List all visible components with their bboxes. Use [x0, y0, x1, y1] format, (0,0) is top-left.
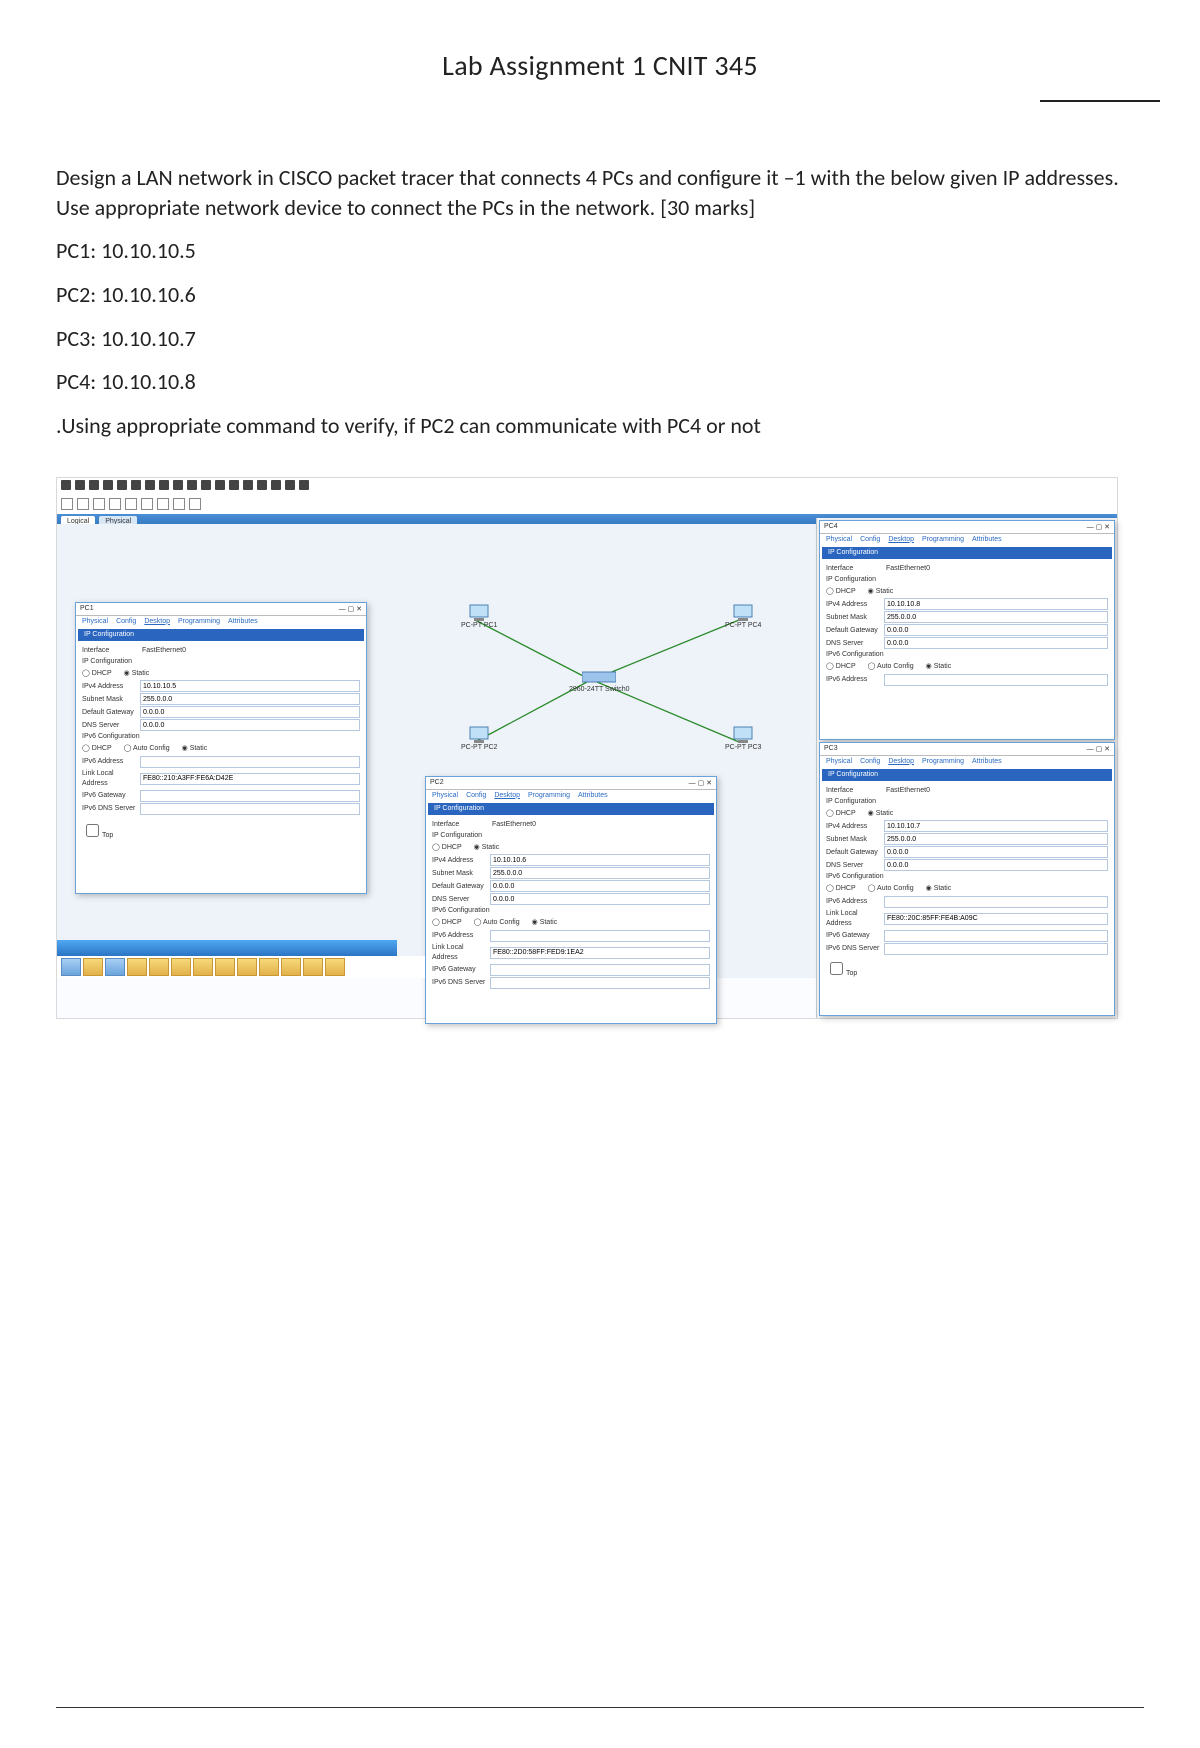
pc3-ip-mode[interactable]: DHCPStatic	[826, 809, 1108, 819]
pc1-subnet[interactable]	[140, 693, 360, 705]
status-bar	[57, 940, 397, 956]
pc4-ipv4[interactable]	[884, 598, 1108, 610]
pc4-subnet[interactable]	[884, 611, 1108, 623]
pc1-window-title: PC1	[80, 605, 94, 612]
packet-tracer-screenshot: Logical Physical 2960-24TT Switch0 PC-PT…	[56, 477, 1118, 1019]
pc2-ipconfig-header: IP Configuration	[428, 803, 714, 815]
pc3-tabs[interactable]: Physical Config Desktop Programming Attr…	[820, 756, 1114, 767]
pc2-ipv6-mode[interactable]: DHCPAuto ConfigStatic	[432, 918, 710, 928]
pc3-window[interactable]: PC3 — ▢ ✕ Physical Config Desktop Program…	[819, 742, 1115, 1016]
pc1-ipconfig-header: IP Configuration	[78, 629, 364, 641]
pc3-dns[interactable]	[884, 859, 1108, 871]
pc2-ip: PC2: 10.10.10.6	[56, 280, 1144, 310]
pc4-window[interactable]: PC4 — ▢ ✕ Physical Config Desktop Program…	[819, 520, 1115, 740]
verify-instruction: .Using appropriate command to verify, if…	[56, 411, 1144, 441]
pc1-ipv6-mode[interactable]: DHCPAuto ConfigStatic	[82, 744, 360, 754]
pc3-ipv6[interactable]	[884, 896, 1108, 908]
window-controls[interactable]: — ▢ ✕	[1087, 523, 1110, 531]
pc2-window[interactable]: PC2 — ▢ ✕ Physical Config Desktop Program…	[425, 776, 717, 1024]
pc1-top-cb[interactable]	[86, 824, 99, 837]
pc3-lla[interactable]	[884, 913, 1108, 925]
pc1-dns[interactable]	[140, 719, 360, 731]
pc2-node-label: PC-PT PC2	[461, 744, 497, 751]
footer-rule	[56, 1707, 1144, 1708]
pc2-ipv6dns[interactable]	[490, 977, 710, 989]
pc3-ip: PC3: 10.10.10.7	[56, 324, 1144, 354]
device-palette[interactable]	[57, 956, 425, 978]
main-toolbar[interactable]	[57, 478, 1117, 496]
section-ipconf: IP Configuration	[82, 657, 360, 667]
pc1-node-label: PC-PT PC1	[461, 622, 497, 629]
pc1-gateway[interactable]	[140, 706, 360, 718]
pc2-ipv6gw[interactable]	[490, 964, 710, 976]
pc4-tabs[interactable]: Physical Config Desktop Programming Attr…	[820, 534, 1114, 545]
pc4-ip: PC4: 10.10.10.8	[56, 367, 1144, 397]
pc1-ipv6dns[interactable]	[140, 803, 360, 815]
pc3-node[interactable]: PC-PT PC3	[725, 726, 761, 751]
instructions: Design a LAN network in CISCO packet tra…	[56, 163, 1144, 222]
pc3-node-label: PC-PT PC3	[725, 744, 761, 751]
pc1-node[interactable]: PC-PT PC1	[461, 604, 497, 629]
page-title: Lab Assignment 1 CNIT 345	[56, 48, 1144, 83]
window-controls[interactable]: — ▢ ✕	[1087, 745, 1110, 753]
pc3-ipv6dns[interactable]	[884, 943, 1108, 955]
pc4-ipv6-mode[interactable]: DHCPAuto ConfigStatic	[826, 662, 1108, 672]
pc3-top-cb[interactable]	[830, 962, 843, 975]
pc2-ipv6[interactable]	[490, 930, 710, 942]
pc2-dns[interactable]	[490, 893, 710, 905]
pc4-ipv6[interactable]	[884, 674, 1108, 686]
pc1-tabs[interactable]: Physical Config Desktop Programming Attr…	[76, 616, 366, 627]
pc3-window-title: PC3	[824, 745, 838, 752]
pc3-ipv6gw[interactable]	[884, 930, 1108, 942]
pc1-lla[interactable]	[140, 773, 360, 785]
pc3-subnet[interactable]	[884, 833, 1108, 845]
pc2-subnet[interactable]	[490, 867, 710, 879]
pc3-ipv6-mode[interactable]: DHCPAuto ConfigStatic	[826, 884, 1108, 894]
pc1-ipv6[interactable]	[140, 756, 360, 768]
pc2-ip-mode[interactable]: DHCPStatic	[432, 843, 710, 853]
pc4-node[interactable]: PC-PT PC4	[725, 604, 761, 629]
pc1-ip-mode[interactable]: DHCPStatic	[82, 669, 360, 679]
pc3-ipv4[interactable]	[884, 820, 1108, 832]
section-ipv6: IPv6 Configuration	[82, 732, 360, 742]
workspace[interactable]: 2960-24TT Switch0 PC-PT PC1 PC-PT PC2 PC…	[57, 524, 817, 978]
pc1-ipv6gw[interactable]	[140, 790, 360, 802]
header-rule	[1040, 100, 1160, 102]
pc4-node-label: PC-PT PC4	[725, 622, 761, 629]
pc2-gateway[interactable]	[490, 880, 710, 892]
pc2-window-title: PC2	[430, 779, 444, 786]
pc4-dns[interactable]	[884, 637, 1108, 649]
window-controls[interactable]: — ▢ ✕	[339, 605, 362, 613]
window-controls[interactable]: — ▢ ✕	[689, 779, 712, 787]
pc4-window-title: PC4	[824, 523, 838, 530]
pc2-lla[interactable]	[490, 947, 710, 959]
pc3-gateway[interactable]	[884, 846, 1108, 858]
pc1-window[interactable]: PC1 — ▢ ✕ Physical Config Desktop Program…	[75, 602, 367, 894]
pc4-ip-mode[interactable]: DHCPStatic	[826, 587, 1108, 597]
pc1-ip: PC1: 10.10.10.5	[56, 236, 1144, 266]
secondary-toolbar[interactable]	[57, 496, 1117, 514]
pc2-tabs[interactable]: Physical Config Desktop Programming Attr…	[426, 790, 716, 801]
pc2-node[interactable]: PC-PT PC2	[461, 726, 497, 751]
pc1-ipv4[interactable]	[140, 680, 360, 692]
switch-node[interactable]: 2960-24TT Switch0	[569, 670, 630, 693]
pc4-gateway[interactable]	[884, 624, 1108, 636]
switch-label: 2960-24TT Switch0	[569, 686, 630, 693]
pc2-ipv4[interactable]	[490, 854, 710, 866]
